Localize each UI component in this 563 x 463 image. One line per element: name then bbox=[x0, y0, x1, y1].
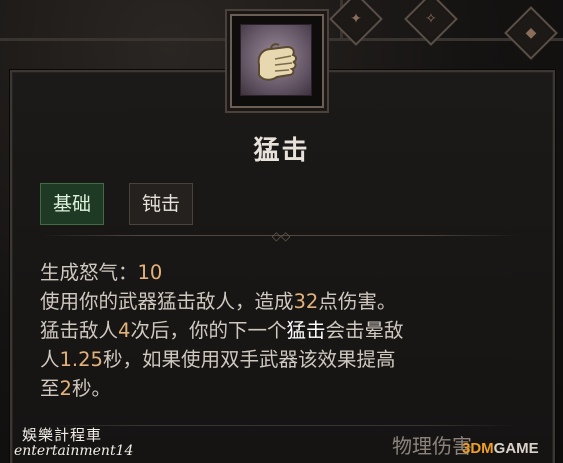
skill-tooltip-scene: ✦ ✧ ◆ 猛击 基础 钝击 ◇◇ 生成怒气：10 使用你的武器猛击敌人，造成3… bbox=[0, 0, 563, 463]
tag-basic: 基础 bbox=[40, 183, 105, 225]
damage-type-label: 物理伤害 bbox=[392, 434, 472, 458]
text: 人 bbox=[40, 348, 60, 371]
description-line: 猛击敌人4次后，你的下一个猛击会击晕敌 bbox=[40, 316, 520, 345]
resource-label: 生成怒气： bbox=[40, 261, 138, 284]
resource-value: 10 bbox=[137, 261, 163, 284]
text: 使用你的武器猛击敌人，造成 bbox=[40, 290, 294, 313]
description-line: 使用你的武器猛击敌人，造成32点伤害。 bbox=[40, 287, 520, 316]
text: 次后，你的下一个 bbox=[130, 319, 287, 342]
two-handed-stun-value: 2 bbox=[59, 377, 72, 400]
resource-line: 生成怒气：10 bbox=[40, 258, 520, 287]
divider-ornament-icon: ◇◇ bbox=[271, 229, 291, 243]
tag-bludgeoning: 钝击 bbox=[129, 183, 194, 225]
stun-duration-value: 1.25 bbox=[59, 348, 103, 371]
watermark-cn: 娛樂計程車 bbox=[22, 426, 103, 444]
skill-keyword: 猛击 bbox=[286, 319, 326, 342]
text: 秒，如果使用双手武器该效果提高 bbox=[102, 348, 396, 371]
description-line: 人1.25秒，如果使用双手武器该效果提高 bbox=[40, 345, 520, 374]
skill-rune-icon: ✦ bbox=[350, 11, 362, 27]
divider bbox=[40, 425, 520, 426]
logo-part: GAME bbox=[493, 440, 539, 457]
damage-value: 32 bbox=[293, 290, 319, 313]
watermark-logo: 3DMGAME bbox=[462, 440, 539, 457]
skill-rune-icon: ◆ bbox=[525, 25, 537, 41]
fist-icon bbox=[240, 24, 312, 96]
text: 猛击敌人 bbox=[40, 319, 119, 342]
skill-description: 生成怒气：10 使用你的武器猛击敌人，造成32点伤害。 猛击敌人4次后，你的下一… bbox=[40, 258, 520, 403]
skill-icon-frame bbox=[230, 14, 324, 108]
skill-title: 猛击 bbox=[253, 136, 310, 166]
skill-tree-node[interactable]: ◆ bbox=[504, 6, 558, 60]
text: 至 bbox=[40, 377, 60, 400]
text: 秒。 bbox=[71, 377, 111, 400]
watermark-en: entertainment14 bbox=[14, 443, 134, 459]
hit-count-value: 4 bbox=[118, 319, 131, 342]
text: 点伤害。 bbox=[318, 290, 397, 313]
text: 会击晕敌 bbox=[325, 319, 404, 342]
description-line: 至2秒。 bbox=[40, 374, 520, 403]
logo-part: 3DM bbox=[462, 440, 494, 457]
skill-rune-icon: ✧ bbox=[425, 11, 437, 27]
